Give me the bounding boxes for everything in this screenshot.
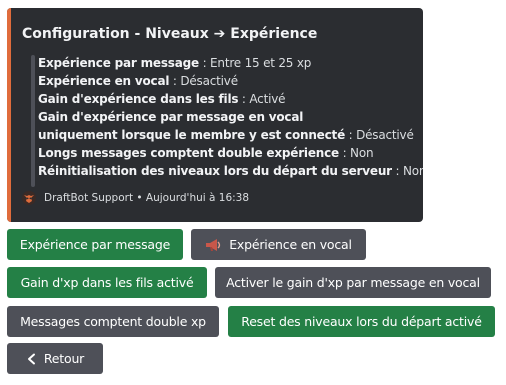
embed-footer: DraftBot Support • Aujourd'hui à 16:38 [22, 191, 249, 205]
setting-line: Gain d'expérience par message en vocal [38, 108, 423, 126]
setting-line: Expérience en vocal : Désactivé [38, 72, 423, 90]
config-embed: Configuration - Niveaux ➔ Expérience Exp… [7, 8, 423, 222]
reset-levels-label: Reset des niveaux lors du départ activé [241, 314, 482, 329]
xp-message-vocal-button[interactable]: Activer le gain d'xp par message en voca… [215, 267, 491, 298]
setting-value: : Désactivé [169, 74, 238, 88]
setting-value: : Non [338, 146, 374, 160]
back-button[interactable]: Retour [7, 343, 103, 374]
setting-line: Longs messages comptent double expérienc… [38, 144, 423, 162]
setting-value: : Non [391, 164, 424, 178]
setting-value: : Activé [238, 92, 286, 106]
quote-bar [31, 55, 35, 187]
double-xp-label: Messages comptent double xp [20, 314, 206, 329]
setting-label: Gain d'expérience dans les fils [38, 92, 239, 106]
setting-label: Réinitialisation des niveaux lors du dép… [38, 164, 392, 178]
xp-message-vocal-label: Activer le gain d'xp par message en voca… [226, 275, 480, 290]
setting-value: : Désactivé [345, 128, 414, 142]
xp-vocal-label: Expérience en vocal [229, 237, 352, 252]
setting-line: Réinitialisation des niveaux lors du dép… [38, 162, 423, 180]
setting-value: : Entre 15 et 25 xp [198, 56, 312, 70]
setting-label: Expérience en vocal [38, 74, 170, 88]
xp-message-label: Expérience par message [19, 237, 171, 252]
setting-line: uniquement lorsque le membre y est conne… [38, 126, 423, 144]
xp-vocal-button[interactable]: Expérience en vocal [191, 229, 366, 260]
setting-label: uniquement lorsque le membre y est conne… [38, 128, 346, 142]
xp-threads-label: Gain d'xp dans les fils activé [20, 275, 194, 290]
megaphone-icon [205, 238, 223, 252]
back-label: Retour [43, 351, 85, 366]
embed-accent-bar [7, 8, 11, 222]
double-xp-button[interactable]: Messages comptent double xp [7, 306, 219, 337]
setting-label: Gain d'expérience par message en vocal [38, 110, 304, 124]
setting-line: Expérience par message : Entre 15 et 25 … [38, 54, 423, 72]
setting-line: Gain d'expérience dans les fils : Activé [38, 90, 423, 108]
draftbot-avatar-icon [22, 191, 36, 205]
reset-levels-button[interactable]: Reset des niveaux lors du départ activé [228, 306, 495, 337]
xp-threads-button[interactable]: Gain d'xp dans les fils activé [7, 267, 207, 298]
settings-list: Expérience par message : Entre 15 et 25 … [38, 54, 423, 180]
embed-title: Configuration - Niveaux ➔ Expérience [22, 26, 318, 42]
xp-message-button[interactable]: Expérience par message [7, 229, 183, 260]
footer-text: DraftBot Support • Aujourd'hui à 16:38 [44, 192, 250, 204]
setting-label: Longs messages comptent double expérienc… [38, 146, 339, 160]
setting-label: Expérience par message [38, 56, 199, 70]
chevron-left-icon [26, 353, 38, 365]
